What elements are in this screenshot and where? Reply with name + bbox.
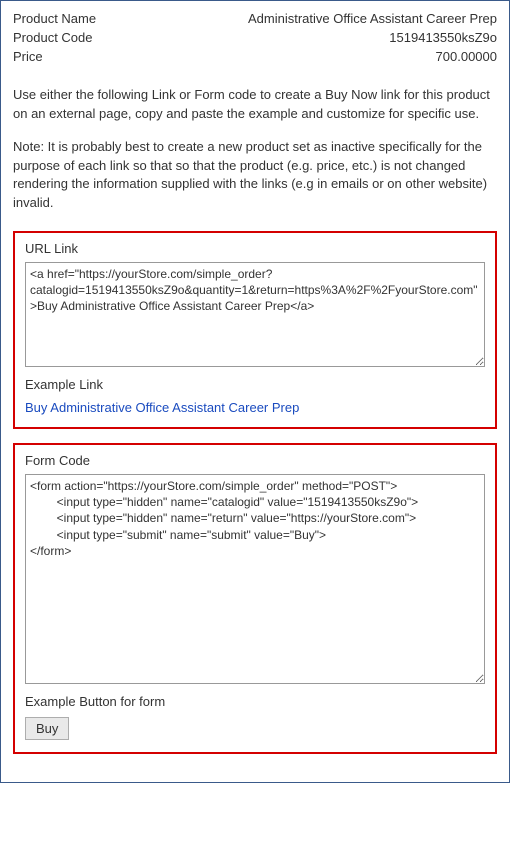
product-price-value: 700.00000 bbox=[436, 49, 497, 64]
example-link[interactable]: Buy Administrative Office Assistant Care… bbox=[25, 400, 299, 415]
url-link-title: URL Link bbox=[25, 241, 485, 256]
url-link-section: URL Link Example Link Buy Administrative… bbox=[13, 231, 497, 429]
form-code-textarea[interactable] bbox=[25, 474, 485, 684]
example-button-label: Example Button for form bbox=[25, 694, 485, 709]
product-info: Product Name Administrative Office Assis… bbox=[13, 11, 497, 64]
form-code-section: Form Code Example Button for form Buy bbox=[13, 443, 497, 754]
note-text: Note: It is probably best to create a ne… bbox=[13, 138, 497, 213]
product-name-value: Administrative Office Assistant Career P… bbox=[248, 11, 497, 26]
form-code-title: Form Code bbox=[25, 453, 485, 468]
product-code-value: 1519413550ksZ9o bbox=[389, 30, 497, 45]
product-link-panel: Product Name Administrative Office Assis… bbox=[0, 0, 510, 783]
product-price-label: Price bbox=[13, 49, 43, 64]
product-code-label: Product Code bbox=[13, 30, 93, 45]
product-name-row: Product Name Administrative Office Assis… bbox=[13, 11, 497, 26]
instructions-text: Use either the following Link or Form co… bbox=[13, 86, 497, 124]
url-link-code-textarea[interactable] bbox=[25, 262, 485, 367]
example-link-label: Example Link bbox=[25, 377, 485, 392]
buy-button[interactable]: Buy bbox=[25, 717, 69, 740]
product-name-label: Product Name bbox=[13, 11, 96, 26]
product-code-row: Product Code 1519413550ksZ9o bbox=[13, 30, 497, 45]
product-price-row: Price 700.00000 bbox=[13, 49, 497, 64]
